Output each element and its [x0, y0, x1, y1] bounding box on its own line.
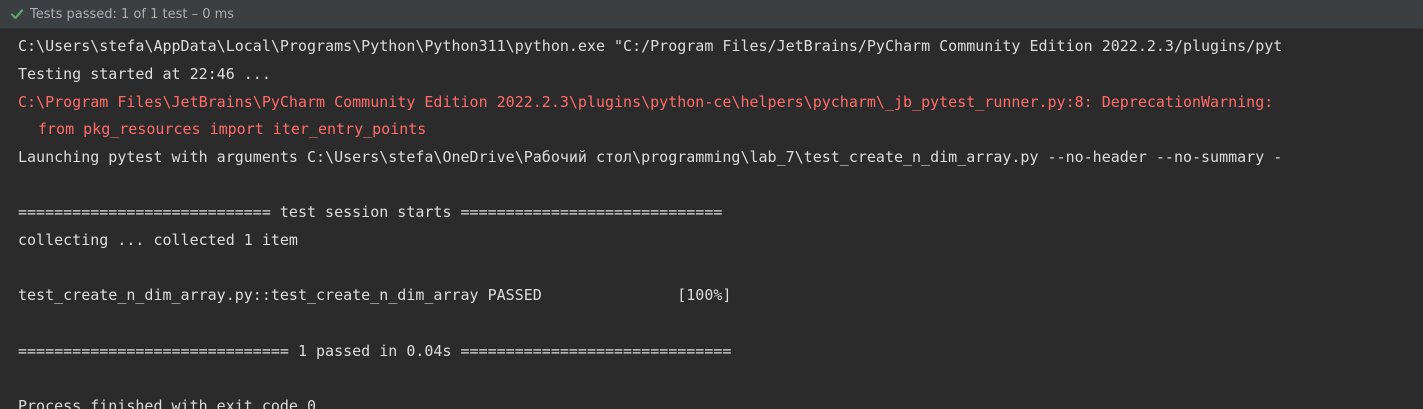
test-status-bar: Tests passed: 1 of 1 test – 0 ms	[0, 0, 1423, 29]
console-line-launching-pytest: Launching pytest with arguments C:\Users…	[18, 148, 1283, 166]
console-line-deprecation-warning: C:\Program Files\JetBrains\PyCharm Commu…	[18, 93, 1274, 111]
console-line-testing-started: Testing started at 22:46 ...	[18, 65, 271, 83]
console-line-import-warning: from pkg_resources import iter_entry_poi…	[38, 120, 427, 138]
console-line-collecting: collecting ... collected 1 item	[18, 231, 298, 249]
run-tool-window: Tests passed: 1 of 1 test – 0 ms C:\User…	[0, 0, 1423, 409]
console-line-session-start: ============================ test sessio…	[18, 203, 723, 221]
console-output[interactable]: C:\Users\stefa\AppData\Local\Programs\Py…	[0, 30, 1423, 409]
console-line-summary: ============================== 1 passed …	[18, 342, 732, 360]
check-icon	[10, 7, 24, 21]
console-line-test-result: test_create_n_dim_array.py::test_create_…	[18, 286, 732, 304]
test-status-text: Tests passed: 1 of 1 test – 0 ms	[30, 6, 235, 22]
console-line-python-command: C:\Users\stefa\AppData\Local\Programs\Py…	[18, 37, 1283, 55]
console-line-exit-code: Process finished with exit code 0	[18, 397, 317, 409]
